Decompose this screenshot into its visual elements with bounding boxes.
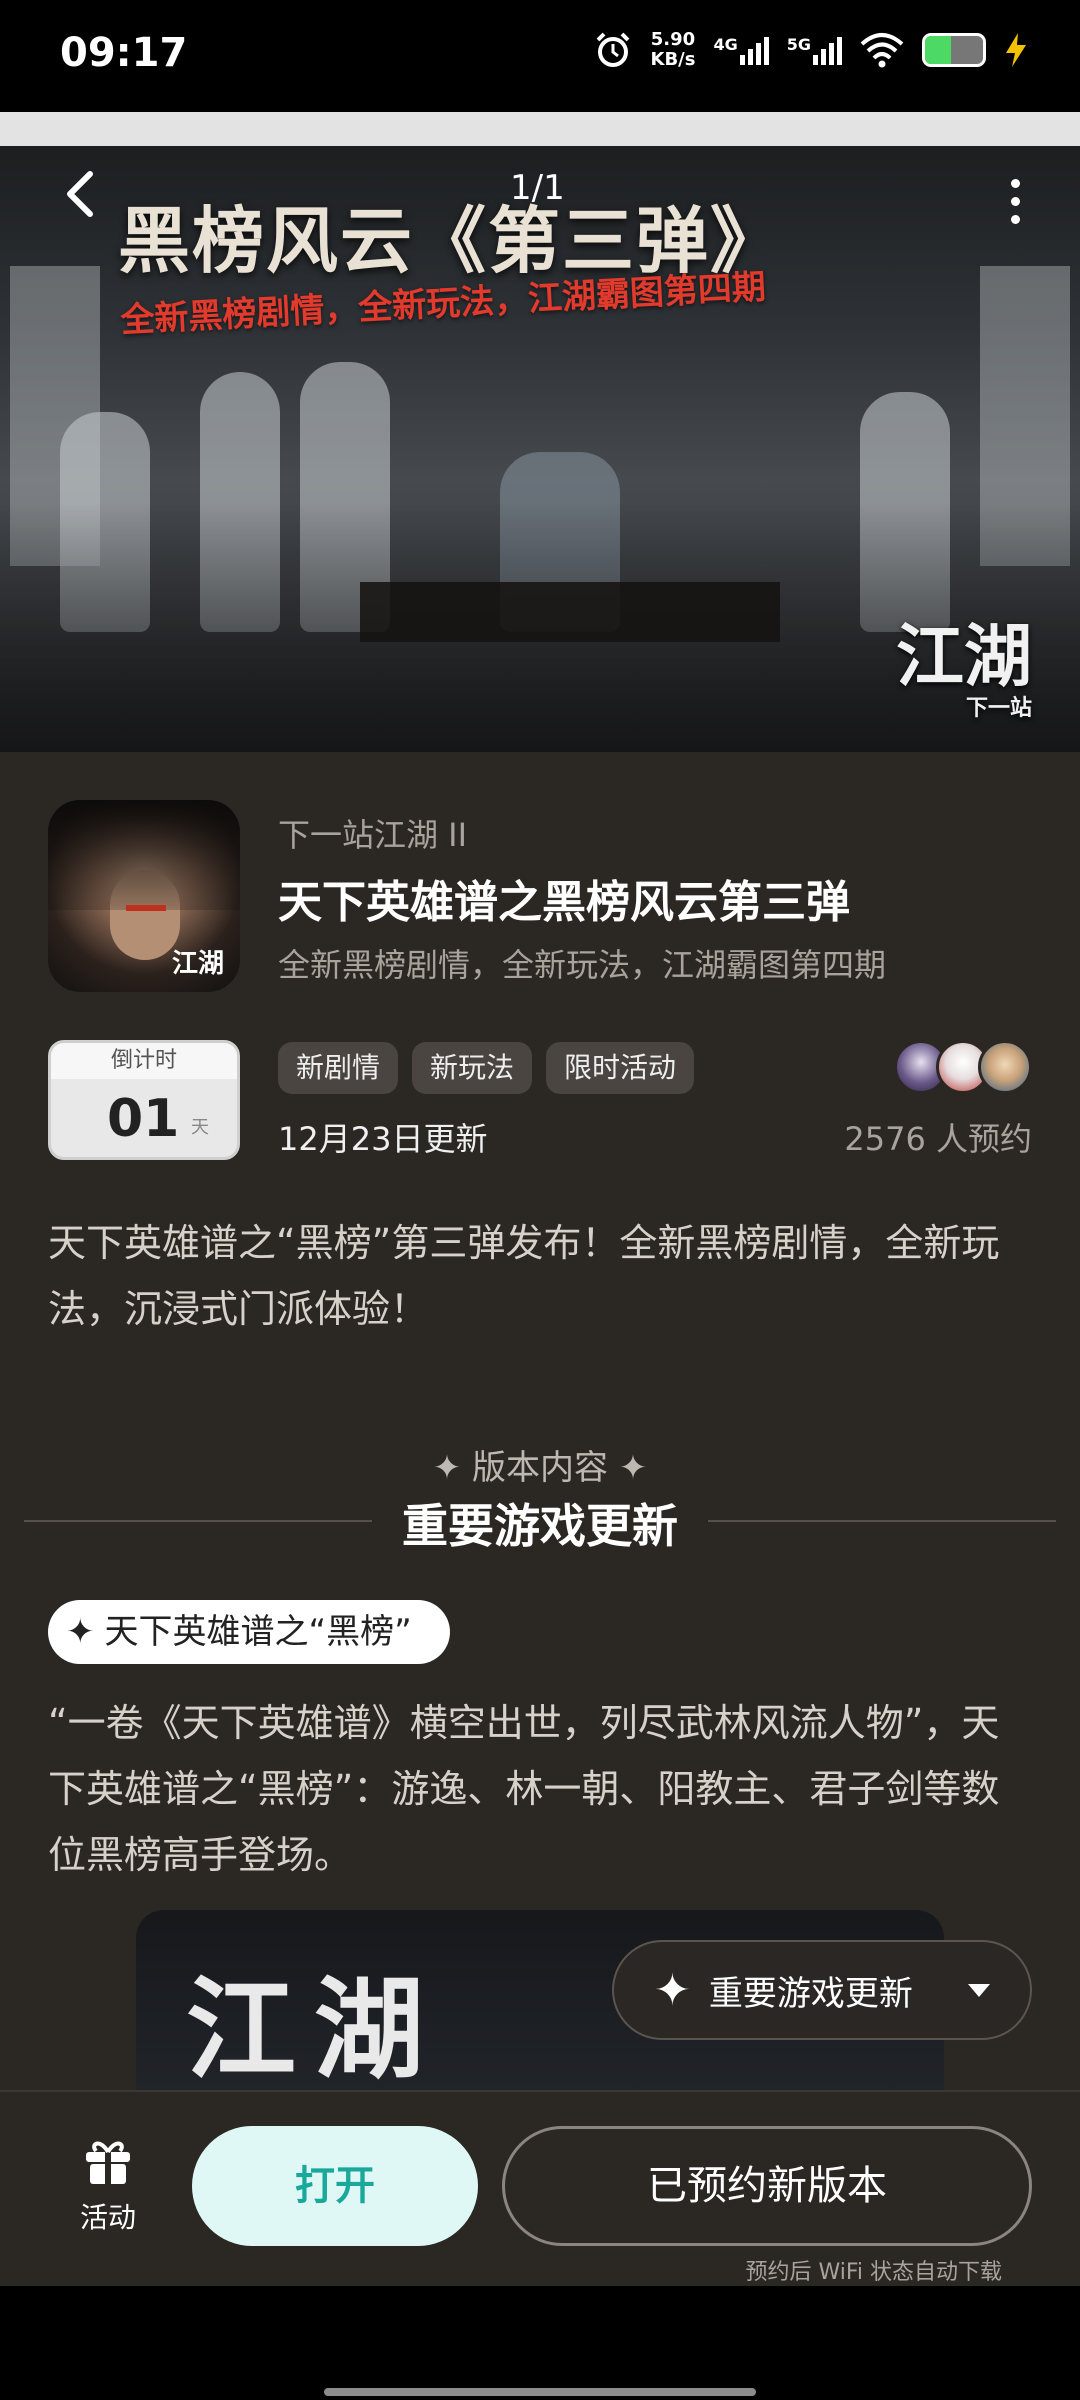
status-icons: 5.90 KB/s 4G 5G — [593, 30, 1029, 70]
home-indicator[interactable] — [324, 2388, 756, 2396]
countdown-value: 01 — [107, 1089, 180, 1149]
body-text: “一卷《天下英雄谱》横空出世，列尽武林风流人物”，天下英雄谱之“黑榜”：游逸、林… — [48, 1701, 1000, 1877]
net-type-label: 5G — [786, 35, 811, 54]
activity-button[interactable]: 活动 — [66, 2132, 150, 2236]
wifi-note: 预约后 WiFi 状态自动下载 — [745, 2260, 1002, 2285]
sparkle-icon: ✦ — [66, 1612, 95, 1652]
alarm-icon — [596, 32, 629, 67]
subsection-label: 天下英雄谱之“黑榜” — [104, 1612, 412, 1652]
section-subtitle: ✦ 版本内容 ✦ — [432, 1448, 648, 1488]
tag-item: 新剧情 — [278, 1042, 399, 1094]
net-speed: 5.90 KB/s — [651, 30, 696, 70]
app-description: 全新黑榜剧情，全新玩法，江湖霸图第四期 — [278, 946, 887, 984]
reserver-avatars[interactable] — [894, 1040, 1032, 1094]
back-icon[interactable] — [56, 166, 116, 226]
sparkle-icon: ✦ — [654, 1964, 691, 2016]
gift-icon — [86, 2141, 130, 2184]
countdown-label: 倒计时 — [51, 1043, 237, 1079]
more-options-icon[interactable] — [990, 166, 1040, 236]
section-title: 重要游戏更新 — [402, 1499, 678, 1553]
net-type-label: 4G — [713, 35, 738, 54]
developer-name[interactable]: 下一站江湖 II — [278, 810, 467, 856]
clock: 09:17 — [60, 30, 188, 76]
content-image-logo-text: 江湖 — [186, 1965, 442, 2094]
caret-down-icon — [968, 1983, 990, 1997]
wifi-icon — [860, 33, 904, 68]
countdown-card: 倒计时 01 天 — [48, 1040, 240, 1160]
battery-icon — [922, 33, 986, 67]
signal-5g: 5G — [787, 35, 842, 65]
subsection-chip: ✦ 天下英雄谱之“黑榜” — [48, 1600, 450, 1664]
app-icon[interactable]: 江湖 — [48, 800, 240, 992]
signal-icon — [813, 35, 842, 65]
countdown-unit: 天 — [191, 1117, 209, 1138]
section-jump-dropdown[interactable]: ✦ 重要游戏更新 — [612, 1940, 1032, 2040]
signal-4g: 4G — [713, 35, 769, 65]
app-icon-logo-text: 江湖 — [171, 949, 224, 979]
avatar — [978, 1040, 1032, 1094]
net-speed-unit: KB/s — [650, 49, 696, 70]
charging-icon — [1006, 33, 1026, 67]
reserve-count: 2576 人预约 — [844, 1120, 1032, 1158]
section-jump-label: 重要游戏更新 — [708, 1973, 913, 2014]
net-speed-value: 5.90 — [650, 29, 696, 50]
intro-text: 天下英雄谱之“黑榜”第三弹发布！全新黑榜剧情，全新玩法，沉浸式门派体验！ — [48, 1221, 1000, 1331]
tag-item: 限时活动 — [546, 1042, 695, 1094]
open-button[interactable]: 打开 — [192, 2126, 478, 2246]
banner-game-logo: 江湖 下一站 — [896, 601, 1032, 722]
hero-banner[interactable]: 黑榜风云《第三弹》 全新黑榜剧情，全新玩法，江湖霸图第四期 1/1 江湖 下一站 — [0, 146, 1080, 752]
reserved-button[interactable]: 已预约新版本 — [502, 2126, 1032, 2246]
top-divider — [0, 112, 1080, 146]
system-nav-area — [0, 2286, 1080, 2400]
activity-label: 活动 — [79, 2201, 136, 2234]
tag-item: 新玩法 — [412, 1042, 533, 1094]
signal-icon — [739, 35, 769, 65]
tag-list: 新剧情 新玩法 限时活动 — [278, 1042, 695, 1094]
banner-logo-text: 江湖 — [895, 617, 1032, 697]
banner-page-counter: 1/1 — [510, 168, 565, 208]
status-bar: 09:17 5.90 KB/s 4G 5G — [0, 0, 1080, 112]
update-date: 12月23日更新 — [278, 1120, 488, 1158]
page-title: 天下英雄谱之黑榜风云第三弹 — [278, 877, 850, 928]
